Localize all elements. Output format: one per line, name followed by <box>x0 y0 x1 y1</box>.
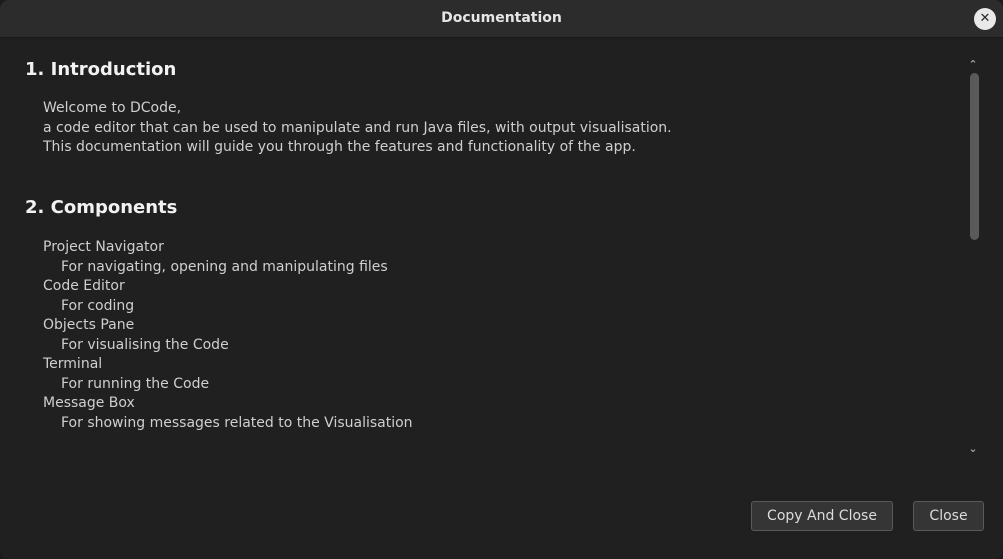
component-description: For showing messages related to the Visu… <box>61 414 413 431</box>
close-button[interactable]: Close <box>913 501 984 531</box>
vertical-scrollbar[interactable]: ⌃ ⌄ <box>964 58 982 462</box>
component-name: Project Navigator <box>43 239 164 255</box>
component-description: For navigating, opening and manipulating… <box>61 258 388 275</box>
section-heading-components: 2. Components <box>25 197 178 218</box>
introduction-line: a code editor that can be used to manipu… <box>43 119 672 136</box>
component-description: For visualising the Code <box>61 336 229 353</box>
introduction-text: Welcome to DCode, a code editor that can… <box>43 99 672 158</box>
documentation-dialog: Documentation ✕ 1. Introduction Welcome … <box>0 0 1003 559</box>
introduction-line: This documentation will guide you throug… <box>43 139 636 155</box>
documentation-content: 1. Introduction Welcome to DCode, a code… <box>0 38 960 468</box>
copy-and-close-button[interactable]: Copy And Close <box>751 501 893 531</box>
scroll-down-icon[interactable]: ⌄ <box>964 442 982 455</box>
scroll-up-icon[interactable]: ⌃ <box>964 58 982 71</box>
components-list: Project Navigator For navigating, openin… <box>43 238 413 433</box>
component-name: Objects Pane <box>43 317 135 333</box>
introduction-line: Welcome to DCode, <box>43 100 182 116</box>
component-name: Terminal <box>43 356 103 372</box>
scroll-thumb[interactable] <box>970 73 979 240</box>
dialog-title: Documentation <box>441 10 562 26</box>
component-description: For running the Code <box>61 375 210 392</box>
component-name: Message Box <box>43 395 135 411</box>
component-name: Code Editor <box>43 278 125 294</box>
section-heading-introduction: 1. Introduction <box>25 59 177 80</box>
dialog-titlebar[interactable]: Documentation ✕ <box>0 0 1003 38</box>
component-description: For coding <box>61 297 135 314</box>
close-icon[interactable]: ✕ <box>974 8 996 30</box>
